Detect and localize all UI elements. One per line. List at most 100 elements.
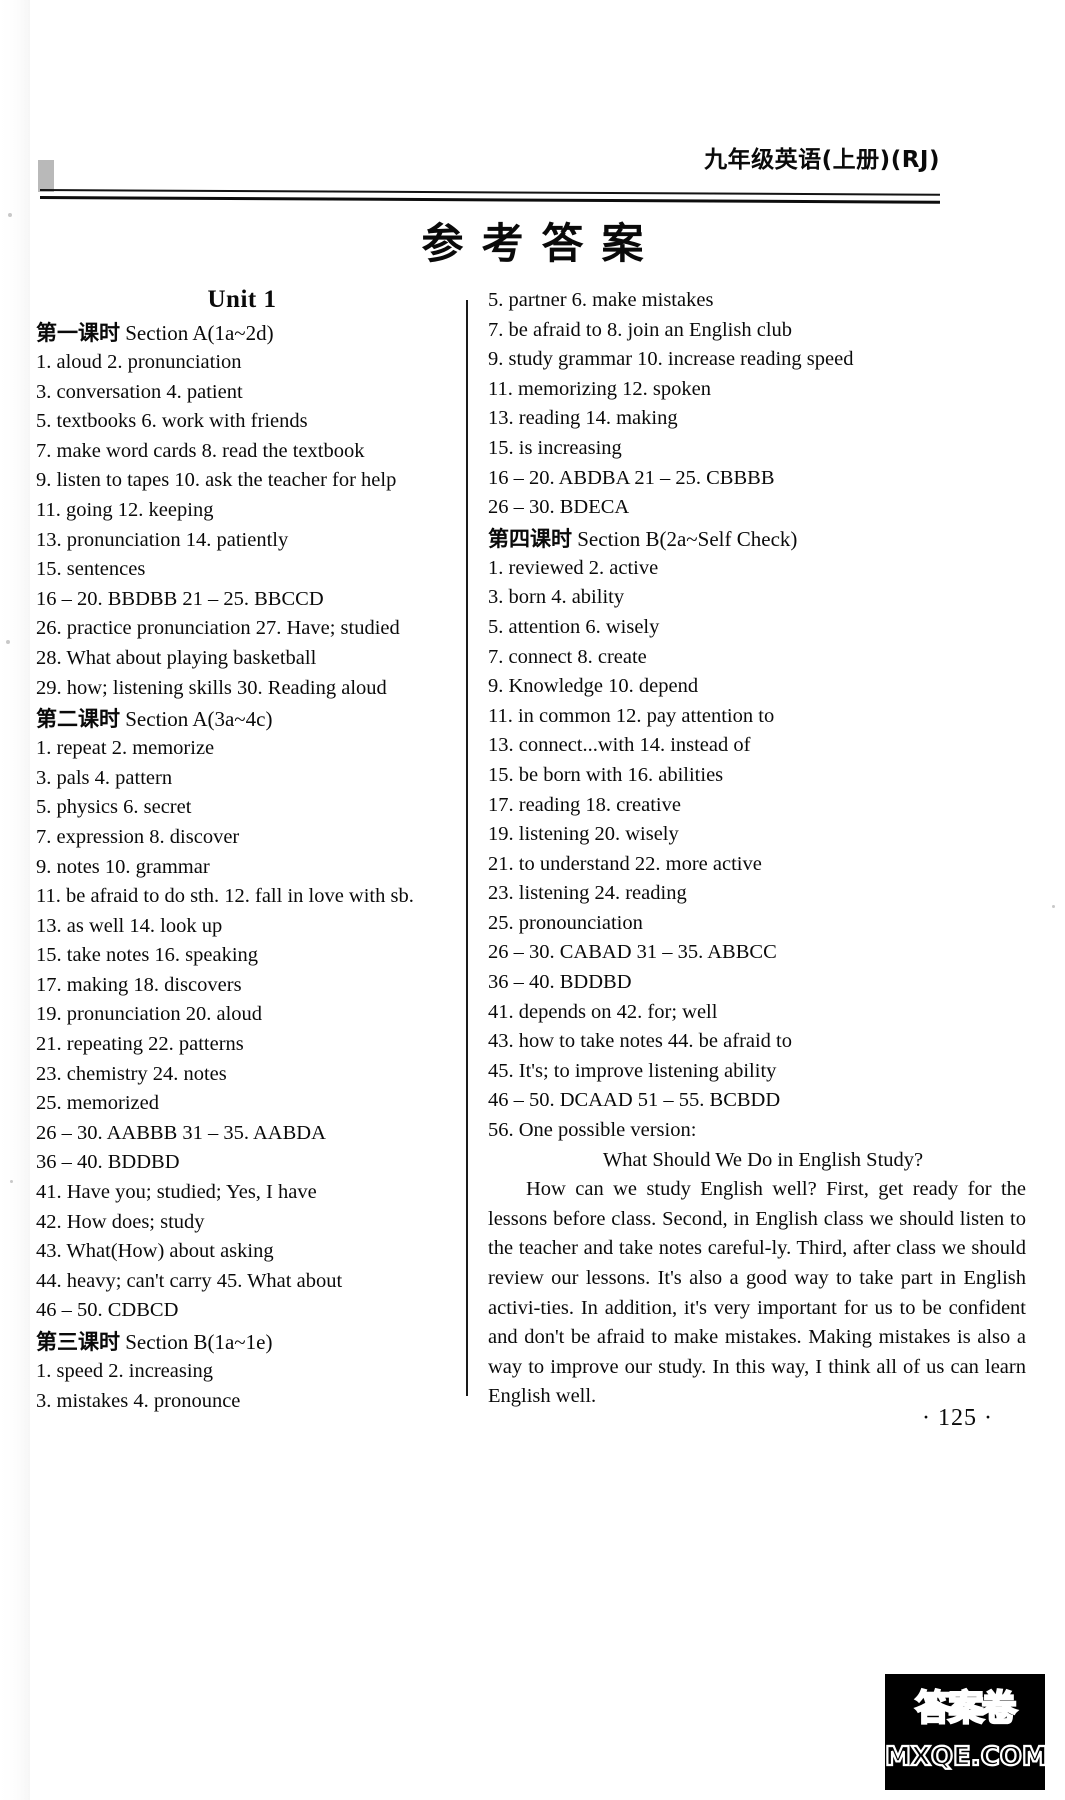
answer-line: 56. One possible version: [488, 1119, 697, 1142]
lesson-heading-1-cn: 第一课时 [36, 321, 120, 345]
answer-line: 7. be afraid to 8. join an English club [488, 318, 793, 341]
answer-line: 28. What about playing basketball [36, 646, 317, 669]
answer-line: 13. reading 14. making [488, 407, 678, 430]
answer-list-lesson-4: 1. reviewed 2. active 3. born 4. ability… [488, 554, 1026, 1146]
lesson-heading-2-en: Section A(3a~4c) [125, 707, 273, 732]
answer-list-lesson-1: 1. aloud 2. pronunciation 3. conversatio… [36, 348, 448, 703]
answer-line: 21. repeating 22. patterns [36, 1033, 244, 1056]
answer-line: 1. speed 2. increasing [36, 1360, 214, 1382]
scan-speck [6, 640, 10, 644]
answer-line: 15. is increasing [488, 436, 622, 459]
answer-line: 5. physics 6. secret [36, 796, 192, 819]
answer-line: 42. How does; study [36, 1210, 205, 1233]
answer-line: 43. how to take notes 44. be afraid to [488, 1030, 793, 1053]
answer-line: 5. textbooks 6. work with friends [36, 410, 308, 433]
answer-line: 44. heavy; can't carry 45. What about [36, 1269, 343, 1292]
lesson-heading-1: 第一课时 Section A(1a~2d) [36, 318, 448, 348]
answer-line: 23. chemistry 24. notes [36, 1062, 227, 1085]
answer-line: 25. memorized [36, 1092, 159, 1115]
answer-line: 45. It's; to improve listening ability [488, 1059, 777, 1082]
answer-line: 25. pronounciation [488, 911, 643, 934]
answer-line: 9. listen to tapes 10. ask the teacher f… [36, 469, 397, 492]
answer-line: 46 – 50. DCAAD 51 – 55. BCBDD [488, 1089, 781, 1112]
answer-line: 11. be afraid to do sth. 12. fall in lov… [36, 885, 414, 908]
lesson-heading-4: 第四课时 Section B(2a~Self Check) [488, 524, 1026, 554]
answer-line: 7. connect 8. create [488, 645, 647, 668]
answer-line: 3. mistakes 4. pronounce [36, 1389, 241, 1412]
answer-line: 17. making 18. discovers [36, 973, 242, 996]
watermark-text-url: MXQE.COM [884, 1741, 1049, 1773]
answer-key-page: 九年级英语(上册)(RJ) 参考答案 Unit 1 第一课时 Section A… [0, 0, 1065, 1800]
answer-line: 1. reviewed 2. active [488, 556, 659, 579]
scan-speck [8, 213, 12, 217]
answer-line: 5. partner 6. make mistakes [488, 289, 714, 311]
lesson-heading-4-en: Section B(2a~Self Check) [577, 526, 798, 551]
answer-line: 16 – 20. BBDBB 21 – 25. BBCCD [36, 587, 324, 610]
answer-line: 19. pronunciation 20. aloud [36, 1003, 263, 1026]
answer-line: 15. take notes 16. speaking [36, 944, 259, 967]
lesson-heading-3: 第三课时 Section B(1a~1e) [36, 1327, 448, 1357]
answer-line: 13. connect...with 14. instead of [488, 734, 751, 757]
answer-line: 21. to understand 22. more active [488, 852, 762, 875]
column-divider [466, 300, 468, 1396]
answer-line: 7. expression 8. discover [36, 825, 240, 848]
watermark-text-cn: 答案卷 [914, 1688, 1018, 1731]
answer-line: 7. make word cards 8. read the textbook [36, 439, 365, 462]
answer-line: 15. be born with 16. abilities [488, 763, 724, 786]
right-column: 5. partner 6. make mistakes 7. be afraid… [488, 286, 1026, 1412]
answer-line: 3. born 4. ability [488, 586, 625, 609]
answer-columns: Unit 1 第一课时 Section A(1a~2d) 1. aloud 2.… [36, 286, 1026, 1412]
lesson-heading-1-en: Section A(1a~2d) [125, 321, 274, 345]
lesson-heading-4-cn: 第四课时 [488, 526, 572, 551]
answer-line: 1. aloud 2. pronunciation [36, 351, 242, 373]
lesson-heading-2: 第二课时 Section A(3a~4c) [36, 704, 448, 734]
answer-list-lesson-3: 1. speed 2. increasing 3. mistakes 4. pr… [36, 1357, 448, 1416]
answer-line: 5. attention 6. wisely [488, 615, 660, 638]
answer-line: 1. repeat 2. memorize [36, 737, 215, 760]
answer-line: 11. memorizing 12. spoken [488, 377, 711, 400]
essay-paragraph: How can we study English well? First, ge… [488, 1178, 1026, 1408]
answer-line: 41. Have you; studied; Yes, I have [36, 1181, 317, 1204]
running-head-title: 九年级英语(上册)(RJ) [704, 147, 940, 173]
running-head-rule-top [39, 189, 940, 196]
answer-line: 19. listening 20. wisely [488, 823, 679, 846]
essay-title: What Should We Do in English Study? [602, 1148, 924, 1171]
answer-line: 36 – 40. BDDBD [36, 1151, 180, 1174]
answer-line: 26 – 30. BDECA [488, 496, 630, 519]
answer-line: 26 – 30. CABAD 31 – 35. ABBCC [488, 941, 777, 964]
lesson-heading-2-cn: 第二课时 [36, 707, 120, 732]
answer-line: 41. depends on 42. for; well [488, 1000, 718, 1023]
answer-line: 26 – 30. AABBB 31 – 35. AABDA [36, 1121, 326, 1144]
answer-line: 11. in common 12. pay attention to [488, 704, 775, 727]
page-title: 参考答案 [421, 219, 662, 268]
answer-list-lesson-2: 1. repeat 2. memorize 3. pals 4. pattern… [36, 734, 448, 1326]
answer-line: 13. pronunciation 14. patiently [36, 528, 289, 551]
unit-heading: Unit 1 [207, 286, 277, 313]
answer-line: 43. What(How) about asking [36, 1240, 274, 1263]
lesson-heading-3-en: Section B(1a~1e) [125, 1330, 273, 1354]
answer-line: 15. sentences [36, 558, 146, 581]
answer-line: 9. Knowledge 10. depend [488, 675, 699, 698]
answer-line: 3. conversation 4. patient [36, 380, 243, 403]
answer-line: 23. listening 24. reading [488, 882, 687, 905]
answer-line: 46 – 50. CDBCD [36, 1299, 179, 1322]
lesson-heading-3-cn: 第三课时 [36, 1330, 120, 1354]
answer-line: 36 – 40. BDDBD [488, 971, 632, 994]
page-number: · 125 · [922, 1405, 993, 1431]
answer-line: 16 – 20. ABDBA 21 – 25. CBBBB [488, 466, 775, 489]
left-column: Unit 1 第一课时 Section A(1a~2d) 1. aloud 2.… [36, 286, 448, 1416]
answer-line: 29. how; listening skills 30. Reading al… [36, 676, 387, 699]
answer-line: 9. study grammar 10. increase reading sp… [488, 348, 854, 371]
running-head: 九年级英语(上册)(RJ) [39, 140, 940, 204]
running-head-rule-bottom [39, 196, 940, 204]
answer-line: 3. pals 4. pattern [36, 766, 173, 789]
answer-line: 11. going 12. keeping [36, 498, 214, 521]
scan-speck [10, 1180, 13, 1183]
answer-line: 9. notes 10. grammar [36, 855, 210, 878]
answer-list-lesson-3-continued: 5. partner 6. make mistakes 7. be afraid… [488, 286, 1026, 523]
answer-line: 26. practice pronunciation 27. Have; stu… [36, 617, 400, 640]
answer-line: 17. reading 18. creative [488, 793, 681, 816]
scan-speck [1052, 905, 1055, 908]
answer-line: 13. as well 14. look up [36, 914, 223, 937]
watermark-logo: 答案卷 MXQE.COM [884, 1674, 1049, 1790]
